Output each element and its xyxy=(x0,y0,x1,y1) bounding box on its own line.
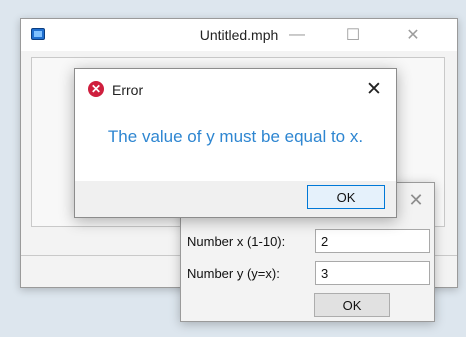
input-ok-button[interactable]: OK xyxy=(314,293,390,317)
number-x-label: Number x (1-10): xyxy=(187,233,286,249)
close-icon[interactable]: ✕ xyxy=(362,77,386,101)
minimize-icon[interactable]: — xyxy=(283,23,311,47)
error-icon: ✕ xyxy=(88,81,104,97)
number-x-input[interactable] xyxy=(315,229,430,253)
error-ok-button[interactable]: OK xyxy=(307,185,385,209)
window-title: Untitled.mph xyxy=(199,27,279,43)
error-message: The value of y must be equal to x. xyxy=(107,127,364,146)
number-y-label: Number y (y=x): xyxy=(187,265,280,281)
error-dialog: ✕ Error ✕ The value of y must be equal t… xyxy=(74,68,397,218)
maximize-icon[interactable]: ☐ xyxy=(339,23,367,47)
number-y-input[interactable] xyxy=(315,261,430,285)
number-x-row: Number x (1-10): xyxy=(187,229,430,253)
desktop: Untitled.mph — ☐ ✕ ✕ Number x (1-10): Nu… xyxy=(0,0,466,337)
main-titlebar[interactable]: Untitled.mph — ☐ ✕ xyxy=(21,19,457,51)
close-icon[interactable]: ✕ xyxy=(399,23,427,47)
number-y-row: Number y (y=x): xyxy=(187,261,430,285)
error-title: Error xyxy=(112,82,144,98)
close-icon[interactable]: ✕ xyxy=(404,187,428,213)
